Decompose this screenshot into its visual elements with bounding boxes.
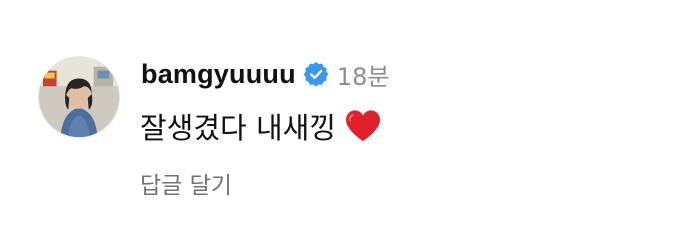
username[interactable]: bamgyuuuu: [141, 59, 296, 90]
avatar-image: [39, 57, 119, 137]
timestamp: 18분: [336, 62, 390, 91]
comment-text: 잘생겼다 내새낑: [140, 111, 336, 145]
reply-button[interactable]: 답글 달기: [140, 166, 232, 200]
avatar[interactable]: [38, 56, 120, 138]
comment-header: bamgyuuuu 18분: [141, 56, 389, 92]
verified-badge-icon: [303, 61, 329, 87]
red-heart-icon: [344, 109, 382, 143]
comment-item: bamgyuuuu 18분 잘생겼다 내새낑 답글 달기: [0, 0, 680, 246]
comment-body: 잘생겼다 내새낑: [140, 104, 382, 148]
